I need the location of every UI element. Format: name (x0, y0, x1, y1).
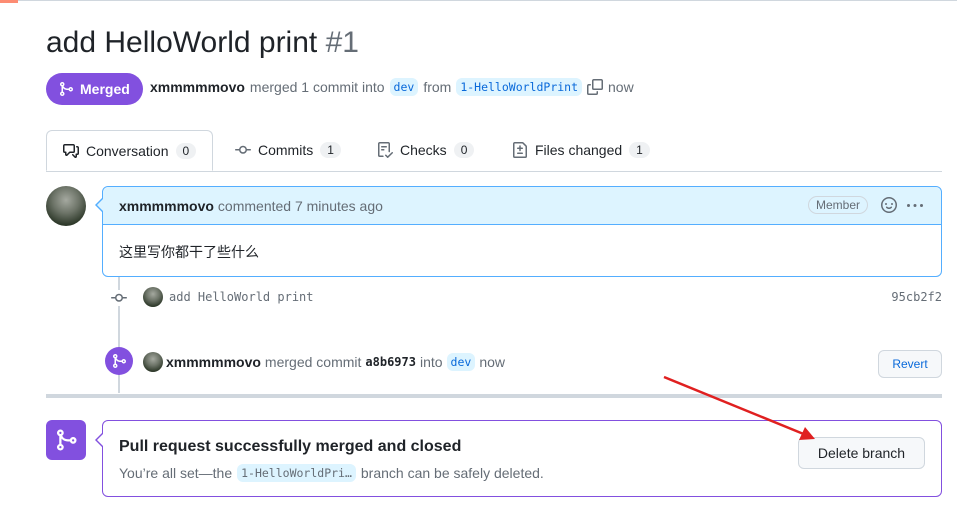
delete-branch-button[interactable]: Delete branch (798, 437, 925, 469)
head-branch-tag[interactable]: 1-HelloWorldPrint (456, 78, 583, 96)
git-merge-icon (58, 81, 74, 97)
revert-button[interactable]: Revert (878, 350, 942, 378)
merge-event-time[interactable]: now (479, 354, 505, 370)
merge-event-text: merged commit (264, 354, 362, 370)
base-branch-tag[interactable]: dev (389, 78, 419, 96)
git-commit-icon (235, 142, 251, 158)
avatar[interactable] (143, 352, 163, 372)
merge-text: merged 1 commit into (249, 79, 385, 95)
avatar[interactable] (46, 186, 86, 226)
timeline-end-divider (46, 394, 942, 398)
tab-commits[interactable]: Commits 1 (235, 130, 341, 170)
pr-time: now (608, 79, 634, 95)
top-accent (0, 0, 18, 3)
tab-conversation[interactable]: Conversation 0 (46, 130, 214, 171)
comment-box: xmmmmmovo commented 7 minutes ago Member… (102, 186, 942, 277)
git-merge-icon (46, 420, 86, 460)
tab-commits-count: 1 (320, 142, 341, 158)
avatar[interactable] (143, 287, 163, 307)
merge-desc-prefix: You’re all set—the (119, 465, 233, 481)
tab-files-changed[interactable]: Files changed 1 (512, 130, 650, 170)
merge-status-description: You’re all set—the 1-HelloWorldPri… bran… (119, 464, 544, 482)
tab-checks[interactable]: Checks 0 (377, 130, 475, 170)
merge-author-link[interactable]: xmmmmmovo (166, 354, 261, 370)
pr-title: add HelloWorld print (46, 26, 318, 59)
from-text: from (423, 79, 452, 95)
comment-pointer-inner (97, 199, 103, 211)
file-diff-icon (512, 142, 528, 158)
page-title: add HelloWorld print #1 (46, 26, 359, 60)
merge-desc-suffix: branch can be safely deleted. (360, 465, 544, 481)
copy-icon[interactable] (587, 79, 604, 95)
commit-message-link[interactable]: add HelloWorld print (169, 290, 314, 304)
pr-number: #1 (325, 26, 359, 59)
checklist-icon (377, 142, 393, 158)
top-border (0, 0, 957, 1)
merge-box-pointer-inner (97, 434, 103, 446)
merge-sha-link[interactable]: a8b6973 (365, 355, 416, 369)
tab-files-changed-count: 1 (629, 142, 650, 158)
merge-status-box: Pull request successfully merged and clo… (102, 420, 942, 497)
pr-meta: xmmmmmovo merged 1 commit into dev from … (150, 78, 634, 96)
tab-conversation-label: Conversation (86, 142, 169, 159)
kebab-horizontal-icon[interactable] (907, 198, 923, 214)
comment-action[interactable]: commented 7 minutes ago (218, 198, 383, 214)
smiley-icon[interactable] (881, 197, 897, 213)
tab-conversation-count: 0 (175, 142, 197, 159)
merge-branch-tag[interactable]: dev (446, 353, 476, 371)
tab-checks-count: 0 (453, 142, 475, 158)
git-commit-icon (111, 290, 127, 306)
merge-event: xmmmmmovo merged commit a8b6973 into dev… (166, 353, 505, 371)
merge-status-title: Pull request successfully merged and clo… (119, 438, 462, 455)
comment-header: xmmmmmovo commented 7 minutes ago Member (103, 187, 941, 225)
tab-commits-label: Commits (258, 142, 314, 158)
comment-discussion-icon (63, 143, 79, 159)
pr-tabs: Conversation 0 Commits 1 Checks 0 Files … (46, 130, 942, 172)
state-label: Merged (80, 81, 130, 97)
tab-checks-label: Checks (400, 142, 447, 158)
merge-event-into: into (419, 354, 443, 370)
merge-box-branch-tag: 1-HelloWorldPri… (237, 464, 356, 482)
commit-sha-link[interactable]: 95cb2f2 (891, 290, 942, 304)
pr-author-link[interactable]: xmmmmmovo (150, 79, 245, 95)
git-merge-icon (105, 347, 133, 375)
comment-author-link[interactable]: xmmmmmovo (119, 198, 214, 214)
comment-body: 这里写你都干了些什么 (119, 245, 259, 261)
member-badge: Member (807, 196, 868, 214)
merged-state-badge: Merged (46, 73, 143, 105)
tab-files-changed-label: Files changed (535, 142, 623, 158)
